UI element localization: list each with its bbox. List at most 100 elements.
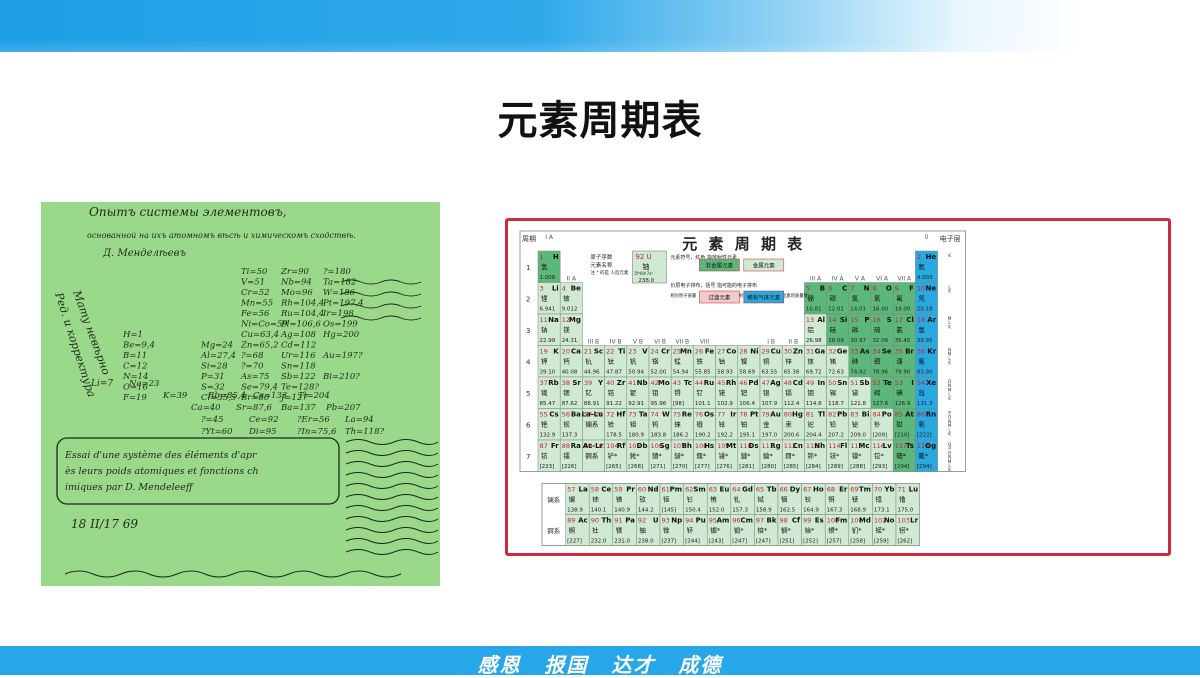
manuscript-line: основанной на ихъ атомномъ вѣсѣ и химиче… xyxy=(87,231,356,240)
legend-sample-number: 92 U xyxy=(635,253,651,261)
manuscript-element-entry: F=19 xyxy=(122,393,147,403)
group-label: II A xyxy=(567,276,577,283)
element-number: 30 xyxy=(784,348,792,356)
element-name: 氯 xyxy=(896,325,903,334)
element-symbol: C xyxy=(842,285,847,293)
manuscript-element-entry: Ta=182 xyxy=(323,278,356,288)
shell-label: K xyxy=(948,360,951,365)
legend-sample-config: 5f³6d¹7s² xyxy=(634,271,653,276)
element-symbol: Fm xyxy=(835,517,847,525)
element-mass: [294] xyxy=(895,464,910,470)
header-period: 周期 xyxy=(522,235,536,243)
element-symbol: As xyxy=(860,348,870,356)
manuscript-element-entry: C=12 xyxy=(123,362,147,372)
element-name: 铝 xyxy=(807,325,814,334)
element-symbol: Rn xyxy=(926,411,936,419)
manuscript-element-entry: Cu=63,4 xyxy=(241,330,279,340)
element-name: 铒 xyxy=(828,495,835,504)
element-name: 钒 xyxy=(630,357,637,366)
element-mass: 72.63 xyxy=(828,370,844,376)
element-mass: 131.3 xyxy=(917,401,933,407)
element-mass: 167.3 xyxy=(827,508,843,514)
element-mass: 144.2 xyxy=(638,508,654,514)
element-number: 6 xyxy=(828,285,832,293)
group-label: VI A xyxy=(876,276,889,283)
element-symbol: Pb xyxy=(837,411,847,419)
element-name: 鿏* xyxy=(719,451,730,460)
manuscript-element-entry: Th=118? xyxy=(345,427,384,437)
manuscript-element-entry: Zr=90 xyxy=(280,267,309,277)
element-name: 镥 xyxy=(899,495,906,504)
element-mass: [243] xyxy=(709,539,724,545)
element-number: 99 xyxy=(803,517,811,525)
element-symbol: N xyxy=(864,285,870,293)
element-name: 锡 xyxy=(830,388,837,397)
element-name: 锶 xyxy=(563,388,570,397)
element-mass: 140.9 xyxy=(614,508,630,514)
manuscript-element-entry: ?=45 xyxy=(201,415,224,425)
element-number: 86 xyxy=(917,411,925,419)
manuscript-element-entry: Pt=197,4 xyxy=(322,299,364,309)
element-symbol: Db xyxy=(637,442,648,450)
element-mass: 40.08 xyxy=(562,370,578,376)
element-name: 𫟷* xyxy=(874,451,885,460)
element-mass: 152.0 xyxy=(709,508,725,514)
element-symbol: Sc xyxy=(594,348,603,356)
manuscript-element-entry: ?=180 xyxy=(323,267,351,277)
school-motto: 感恩 报国 达才 成德 xyxy=(477,653,723,677)
element-mass: [288] xyxy=(850,464,865,470)
period-number: 6 xyxy=(526,421,531,429)
slide-title: 元素周期表 xyxy=(497,98,703,144)
element-symbol: Mn xyxy=(680,348,692,356)
group-label: IV A xyxy=(832,276,845,283)
manuscript-element-entry: Li=7 xyxy=(90,379,113,389)
shell-label: K xyxy=(948,324,951,329)
element-name: 钇 xyxy=(585,388,592,397)
element-number: 103 xyxy=(898,517,910,525)
element-symbol: Ac xyxy=(578,517,588,525)
element-name: 𨧀* xyxy=(630,451,641,460)
element-mass: 102.9 xyxy=(717,401,733,407)
element-number: 52 xyxy=(873,379,881,387)
element-mass: 88.91 xyxy=(584,401,600,407)
element-symbol: Pa xyxy=(625,517,635,525)
element-mass: 4.003 xyxy=(917,275,933,281)
element-mass: 28.09 xyxy=(828,338,844,344)
element-mass: 6.941 xyxy=(540,307,556,313)
element-name: 碲 xyxy=(874,388,881,397)
element-symbol: K xyxy=(553,348,559,356)
element-mass: 91.22 xyxy=(606,401,622,407)
element-number: 79 xyxy=(762,411,770,419)
element-mass: 150.4 xyxy=(685,508,701,514)
element-symbol: Fe xyxy=(705,348,714,356)
element-mass: 87.62 xyxy=(562,401,578,407)
element-name: 氮 xyxy=(852,294,859,303)
manuscript-element-entry: P=31 xyxy=(200,372,225,382)
element-symbol: Ni xyxy=(750,348,758,356)
manuscript-element-entry: Ce=92 xyxy=(249,415,278,425)
header-shell: 电子层 xyxy=(940,234,961,243)
element-name: 溴 xyxy=(896,357,903,366)
element-symbol: Yb xyxy=(883,486,894,494)
element-number: 60 xyxy=(638,486,646,494)
element-symbol: He xyxy=(925,253,936,261)
element-number: 10 xyxy=(917,285,925,293)
manuscript-line: Д. Менделѣевъ xyxy=(102,248,186,259)
element-symbol: Cl xyxy=(906,316,914,324)
element-symbol: Au xyxy=(770,411,780,419)
manuscript-element-entry: Ba=137 xyxy=(280,403,316,413)
element-name: 铅 xyxy=(830,420,837,429)
element-symbol: Er xyxy=(839,486,848,494)
element-name: 银 xyxy=(763,388,770,397)
element-name: 钍 xyxy=(592,526,599,535)
manuscript-element-entry: La=94 xyxy=(344,415,374,425)
element-mass: 231.0 xyxy=(614,539,630,545)
element-symbol: Hf xyxy=(616,411,626,419)
element-mass: [276] xyxy=(717,464,732,470)
element-symbol: Ac-Lr xyxy=(583,442,604,450)
element-mass: [265] xyxy=(606,464,621,470)
element-mass: 195.1 xyxy=(739,433,755,439)
element-mass: 35.45 xyxy=(895,338,911,344)
element-name: 钌 xyxy=(696,388,703,397)
periodic-table-graphic: 周期 电子层元 素 周 期 表11 H氢1.0082 He氦4.003K23 Li锂6.… xyxy=(519,230,967,546)
